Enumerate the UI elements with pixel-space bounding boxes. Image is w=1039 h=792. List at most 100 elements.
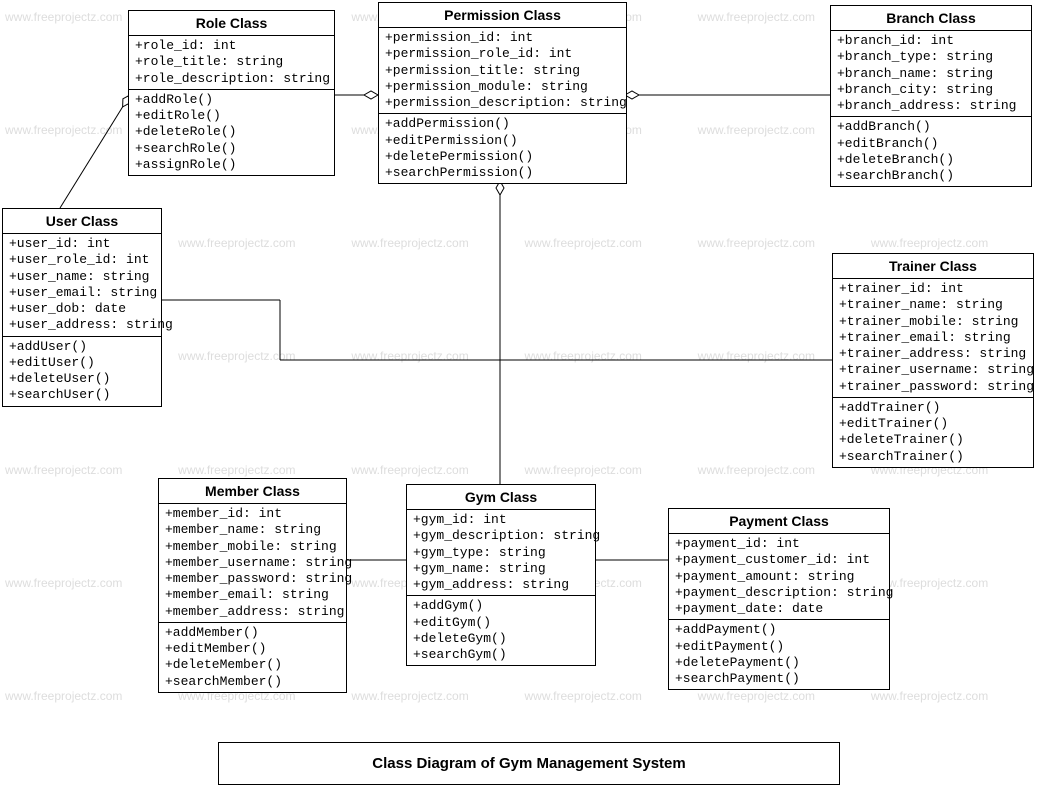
uml-row: +role_id: int (135, 38, 328, 54)
uml-row: +addPayment() (675, 622, 883, 638)
uml-row: +addBranch() (837, 119, 1025, 135)
class-title: Trainer Class (833, 254, 1033, 279)
uml-row: +member_mobile: string (165, 539, 340, 555)
class-title: Branch Class (831, 6, 1031, 31)
attributes-section: +member_id: int+member_name: string+memb… (159, 504, 346, 623)
uml-row: +addRole() (135, 92, 328, 108)
watermark-text: www.freeprojectz.com (351, 463, 468, 477)
class-role: Role Class +role_id: int+role_title: str… (128, 10, 335, 176)
watermark-text: www.freeprojectz.com (178, 236, 295, 250)
uml-row: +addGym() (413, 598, 589, 614)
uml-row: +payment_customer_id: int (675, 552, 883, 568)
uml-row: +editPermission() (385, 133, 620, 149)
attributes-section: +trainer_id: int+trainer_name: string+tr… (833, 279, 1033, 398)
uml-row: +assignRole() (135, 157, 328, 173)
uml-row: +addPermission() (385, 116, 620, 132)
class-title: Payment Class (669, 509, 889, 534)
uml-row: +searchRole() (135, 141, 328, 157)
class-title: User Class (3, 209, 161, 234)
methods-section: +addMember()+editMember()+deleteMember()… (159, 623, 346, 692)
uml-row: +payment_description: string (675, 585, 883, 601)
watermark-text: www.freeprojectz.com (351, 236, 468, 250)
uml-row: +branch_address: string (837, 98, 1025, 114)
watermark-text: www.freeprojectz.com (5, 10, 122, 24)
uml-row: +searchPayment() (675, 671, 883, 687)
watermark-text: www.freeprojectz.com (5, 576, 122, 590)
uml-row: +searchMember() (165, 674, 340, 690)
uml-row: +branch_name: string (837, 66, 1025, 82)
uml-row: +role_description: string (135, 71, 328, 87)
uml-row: +searchBranch() (837, 168, 1025, 184)
watermark-text: www.freeprojectz.com (871, 689, 988, 703)
uml-row: +trainer_address: string (839, 346, 1027, 362)
uml-row: +addTrainer() (839, 400, 1027, 416)
attributes-section: +gym_id: int+gym_description: string+gym… (407, 510, 595, 596)
uml-row: +payment_date: date (675, 601, 883, 617)
watermark-text: www.freeprojectz.com (698, 236, 815, 250)
watermark-text: www.freeprojectz.com (178, 463, 295, 477)
watermark-text: www.freeprojectz.com (698, 463, 815, 477)
uml-row: +permission_module: string (385, 79, 620, 95)
uml-row: +user_address: string (9, 317, 155, 333)
uml-row: +deleteGym() (413, 631, 589, 647)
class-user: User Class +user_id: int+user_role_id: i… (2, 208, 162, 407)
class-payment: Payment Class +payment_id: int+payment_c… (668, 508, 890, 690)
methods-section: +addPermission()+editPermission()+delete… (379, 114, 626, 183)
class-title: Member Class (159, 479, 346, 504)
class-trainer: Trainer Class +trainer_id: int+trainer_n… (832, 253, 1034, 468)
uml-row: +editMember() (165, 641, 340, 657)
uml-row: +deleteUser() (9, 371, 155, 387)
uml-row: +deleteTrainer() (839, 432, 1027, 448)
uml-row: +trainer_id: int (839, 281, 1027, 297)
uml-row: +trainer_mobile: string (839, 314, 1027, 330)
watermark-text: www.freeprojectz.com (525, 349, 642, 363)
uml-row: +user_dob: date (9, 301, 155, 317)
uml-row: +addUser() (9, 339, 155, 355)
uml-row: +gym_name: string (413, 561, 589, 577)
uml-row: +addMember() (165, 625, 340, 641)
watermark-text: www.freeprojectz.com (698, 689, 815, 703)
attributes-section: +payment_id: int+payment_customer_id: in… (669, 534, 889, 620)
watermark-text: www.freeprojectz.com (871, 236, 988, 250)
watermark-text: www.freeprojectz.com (698, 10, 815, 24)
watermark-text: www.freeprojectz.com (525, 236, 642, 250)
uml-row: +gym_description: string (413, 528, 589, 544)
uml-row: +user_email: string (9, 285, 155, 301)
class-title: Permission Class (379, 3, 626, 28)
uml-row: +deletePayment() (675, 655, 883, 671)
uml-row: +user_name: string (9, 269, 155, 285)
uml-row: +deleteBranch() (837, 152, 1025, 168)
uml-row: +branch_id: int (837, 33, 1025, 49)
uml-row: +payment_amount: string (675, 569, 883, 585)
watermark-text: www.freeprojectz.com (698, 349, 815, 363)
methods-section: +addTrainer()+editTrainer()+deleteTraine… (833, 398, 1033, 467)
uml-row: +trainer_username: string (839, 362, 1027, 378)
uml-row: +permission_id: int (385, 30, 620, 46)
watermark-text: www.freeprojectz.com (351, 689, 468, 703)
uml-row: +member_password: string (165, 571, 340, 587)
class-title: Gym Class (407, 485, 595, 510)
uml-row: +editPayment() (675, 639, 883, 655)
watermark-text: www.freeprojectz.com (525, 689, 642, 703)
uml-row: +searchPermission() (385, 165, 620, 181)
watermark-text: www.freeprojectz.com (698, 123, 815, 137)
uml-row: +member_email: string (165, 587, 340, 603)
uml-row: +deletePermission() (385, 149, 620, 165)
methods-section: +addPayment()+editPayment()+deletePaymen… (669, 620, 889, 689)
uml-row: +gym_address: string (413, 577, 589, 593)
uml-row: +trainer_name: string (839, 297, 1027, 313)
class-title: Role Class (129, 11, 334, 36)
uml-row: +trainer_email: string (839, 330, 1027, 346)
uml-row: +permission_description: string (385, 95, 620, 111)
watermark-text: www.freeprojectz.com (178, 349, 295, 363)
uml-row: +member_id: int (165, 506, 340, 522)
uml-row: +member_address: string (165, 604, 340, 620)
uml-row: +editUser() (9, 355, 155, 371)
uml-row: +member_name: string (165, 522, 340, 538)
uml-row: +editBranch() (837, 136, 1025, 152)
uml-row: +gym_type: string (413, 545, 589, 561)
watermark-text: www.freeprojectz.com (351, 349, 468, 363)
methods-section: +addUser()+editUser()+deleteUser()+searc… (3, 337, 161, 406)
class-member: Member Class +member_id: int+member_name… (158, 478, 347, 693)
watermark-text: www.freeprojectz.com (525, 463, 642, 477)
